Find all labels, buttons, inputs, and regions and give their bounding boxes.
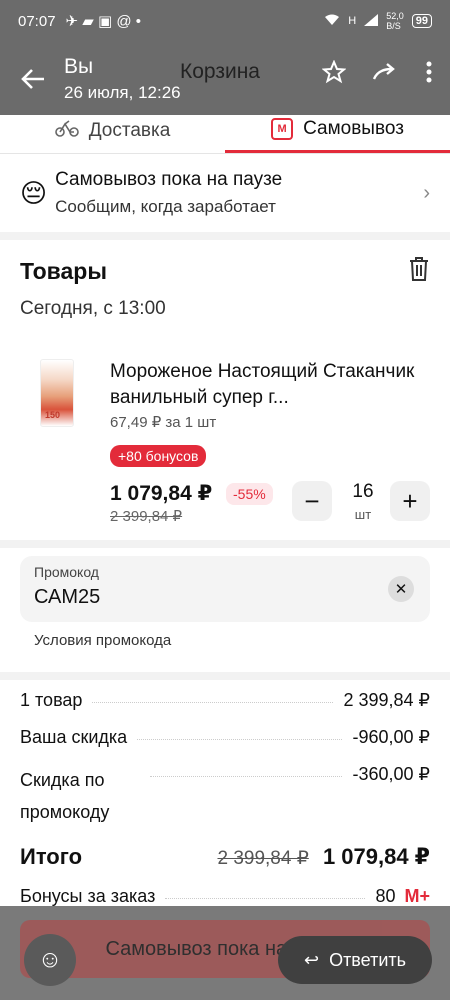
product-image-label: 150 — [45, 410, 61, 420]
promo-conditions-link[interactable]: Условия промокода — [34, 632, 171, 649]
pickup-pause-notice[interactable]: 😔 Самовывоз пока на паузе Сообщим, когда… — [0, 154, 450, 232]
more-options-icon[interactable] — [426, 61, 432, 88]
sad-face-icon: 😔 — [20, 177, 48, 208]
qty-value: 16 — [352, 481, 374, 502]
pickup-time: Сегодня, с 13:00 — [20, 298, 166, 319]
message-header: Вы 26 июля, 12:26 Корзина — [0, 42, 450, 115]
wifi-icon — [324, 14, 340, 29]
chevron-right-icon: › — [423, 181, 430, 204]
goods-title: Товары — [20, 258, 107, 284]
summary-row: Ваша скидка -960,00 ₽ — [20, 727, 430, 747]
net-speed: 52,0 B/S — [386, 11, 404, 31]
back-arrow-icon[interactable] — [18, 64, 48, 94]
bonuses-value: 80 — [375, 886, 396, 906]
unit-price: 67,49 ₽ за 1 шт — [110, 414, 217, 431]
trash-icon[interactable] — [408, 256, 430, 287]
reply-button[interactable]: ↩ Ответить — [278, 936, 432, 984]
status-bar: 07:07 ✈ ▰ ▣ @ • H 52,0 B/S 99 — [0, 0, 450, 42]
magnit-store-icon: M — [271, 118, 294, 140]
summary-row: 1 товар 2 399,84 ₽ — [20, 690, 430, 710]
battery-indicator: 99 — [411, 14, 432, 28]
summary-row: Скидка по промокоду -360,00 ₽ — [20, 764, 430, 822]
qty-increase-button[interactable]: + — [390, 481, 430, 521]
forward-icon[interactable] — [372, 61, 400, 88]
emoji-reaction-icon[interactable]: ☺ — [24, 934, 76, 986]
author-name: Вы — [64, 54, 94, 78]
signal-icon — [364, 13, 379, 29]
qty-unit: шт — [354, 507, 372, 522]
page-title: Корзина — [180, 60, 260, 83]
top-overlay: 07:07 ✈ ▰ ▣ @ • H 52,0 B/S 99 Вы 26 июля… — [0, 0, 450, 115]
tab-pickup-label: Самовывоз — [303, 118, 404, 139]
product-name[interactable]: Мороженое Настоящий Стаканчик ванильный … — [110, 359, 430, 411]
summary-total: Итого 2 399,84 ₽ 1 079,84 ₽ — [20, 844, 430, 870]
section-divider — [0, 672, 450, 680]
bonus-badge: +80 бонусов — [110, 445, 207, 467]
message-author-block: Вы 26 июля, 12:26 — [64, 55, 181, 103]
tab-delivery-label: Доставка — [88, 119, 171, 141]
section-divider — [0, 232, 450, 240]
star-icon[interactable] — [321, 59, 347, 89]
total-label: Итого — [20, 844, 83, 869]
cart-item: 150 Мороженое Настоящий Стаканчик ваниль… — [20, 355, 430, 530]
promo-label: Промокод — [34, 564, 99, 580]
item-old-price: 2 399,84 ₽ — [110, 508, 183, 525]
item-price: 1 079,84 ₽ — [110, 482, 213, 505]
qty-decrease-button[interactable]: − — [292, 481, 332, 521]
m-plus-icon: M+ — [404, 886, 430, 906]
product-image[interactable]: 150 — [40, 359, 74, 427]
promo-value[interactable]: САМ25 — [34, 586, 416, 609]
notification-icons: ✈ ▰ ▣ @ • — [65, 13, 141, 30]
clear-promo-icon[interactable]: ✕ — [388, 576, 414, 602]
reply-arrow-icon: ↩ — [303, 949, 320, 970]
promo-field[interactable]: Промокод САМ25 ✕ — [20, 556, 430, 622]
order-summary: 1 товар 2 399,84 ₽ Ваша скидка -960,00 ₽… — [20, 690, 430, 923]
pause-title: Самовывоз пока на паузе — [55, 169, 283, 190]
total-price: 1 079,84 ₽ — [322, 844, 430, 869]
discount-badge: -55% — [226, 483, 273, 505]
goods-header: Товары — [20, 256, 430, 287]
status-time: 07:07 — [18, 12, 56, 30]
pause-subtitle: Сообщим, когда заработает — [55, 197, 276, 216]
message-datetime: 26 июля, 12:26 — [64, 82, 181, 102]
total-old-price: 2 399,84 ₽ — [217, 848, 309, 869]
reply-label: Ответить — [329, 949, 407, 970]
bonuses-row: Бонусы за заказ 80 M+ — [20, 886, 430, 906]
signal-label: H — [348, 15, 357, 27]
bicycle-icon — [54, 118, 79, 144]
section-divider — [0, 540, 450, 548]
